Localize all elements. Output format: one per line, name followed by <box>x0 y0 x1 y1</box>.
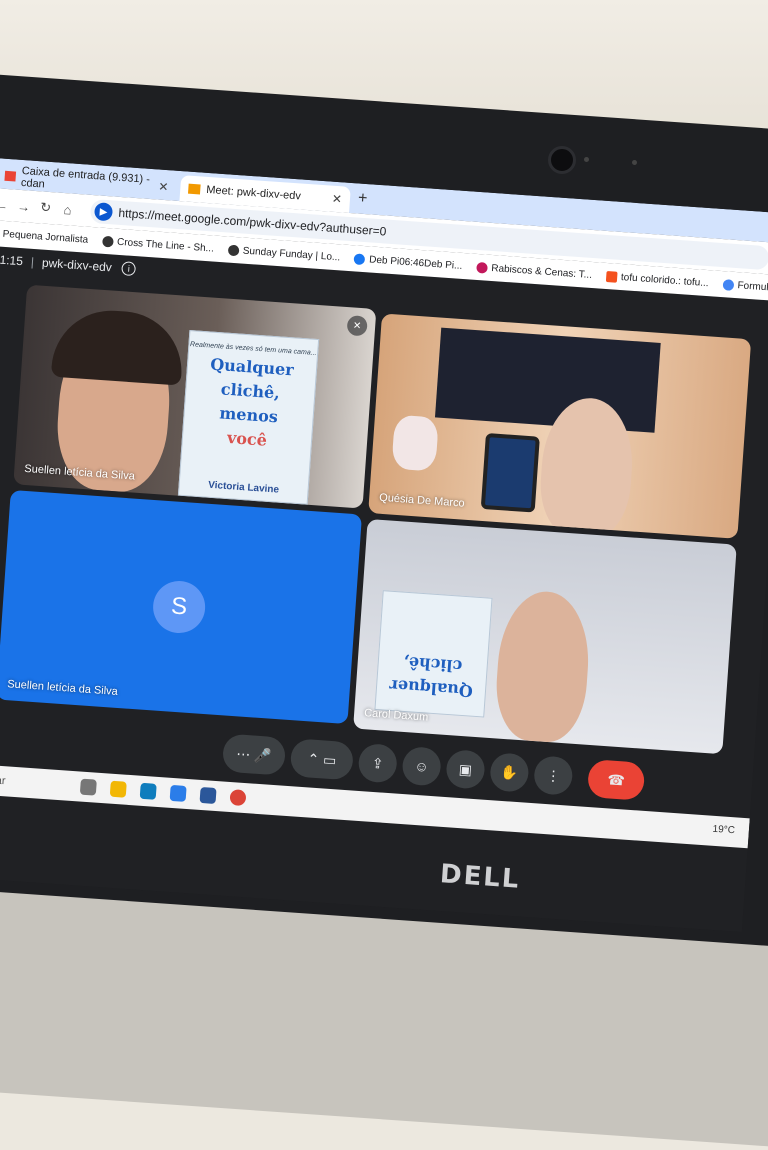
task-view-icon[interactable] <box>79 778 97 796</box>
webcam-light <box>584 157 589 162</box>
laptop-screen: Caixa de entrada (9.931) - cdan ✕ Meet: … <box>0 158 768 933</box>
globe-icon <box>101 235 114 247</box>
window-view <box>434 327 661 433</box>
more-options-button[interactable]: ⋮ <box>533 755 574 796</box>
meet-icon <box>187 183 201 195</box>
participant-tile[interactable]: Quésia De Marco <box>368 313 752 539</box>
bookmark-favicon-icon <box>475 261 488 274</box>
blogger-icon <box>605 270 618 283</box>
participant-video <box>492 588 593 745</box>
phone-prop <box>480 432 540 513</box>
weather-temp[interactable]: 19°C <box>712 824 735 837</box>
participant-tile[interactable]: Realmente às vezes só tem uma cama... Qu… <box>13 284 377 509</box>
close-icon[interactable]: ✕ <box>331 192 342 207</box>
gmail-icon <box>4 170 16 182</box>
close-icon[interactable]: ✕ <box>158 180 169 195</box>
participant-hair <box>50 306 186 386</box>
captions-icon: ▣ <box>458 760 473 778</box>
info-icon[interactable]: i <box>121 261 137 277</box>
more-vert-icon: ⋮ <box>545 766 561 784</box>
participant-name: Suellen letícia da Silva <box>6 678 119 698</box>
end-call-icon: ☎ <box>606 770 626 789</box>
taskbar-search[interactable]: Pesquisar <box>0 772 67 792</box>
mic-off-icon: ✕ <box>346 315 368 337</box>
google-icon <box>722 278 734 291</box>
raise-hand-button[interactable]: ✋ <box>489 752 530 793</box>
store-icon[interactable] <box>169 784 187 802</box>
camera-button[interactable]: ⌃ ▭ <box>289 738 355 781</box>
globe-icon <box>227 244 240 256</box>
meeting-code: pwk-dixv-edv <box>41 255 113 275</box>
camera-icon: ▭ <box>322 750 337 768</box>
book-cover: Qualquer clichê, <box>374 590 493 718</box>
new-tab-button[interactable]: + <box>357 190 369 209</box>
plush-toy <box>391 414 439 472</box>
more-options-icon: ⋯ <box>235 744 251 762</box>
webcam <box>548 146 576 174</box>
emoji-button[interactable]: ☺ <box>401 746 442 787</box>
participant-name: Quésia De Marco <box>378 491 466 510</box>
mic-icon: 🎤 <box>253 746 273 764</box>
bookmark-item[interactable]: Cross The Line - Sh... <box>101 235 214 254</box>
bookmark-item[interactable]: Formulários G <box>722 278 768 295</box>
forward-icon[interactable]: → <box>12 198 35 214</box>
site-info-icon[interactable]: ▶ <box>93 202 114 222</box>
bookmark-item[interactable]: Sunday Funday | Lo... <box>227 244 341 263</box>
participant-tile[interactable]: Qualquer clichê, Carol Daxum <box>353 518 737 755</box>
meeting-header: 21:15 | pwk-dixv-edv i <box>0 252 137 277</box>
raise-hand-icon: ✋ <box>500 763 519 781</box>
present-button[interactable]: ⇪ <box>357 742 398 784</box>
bookmark-item[interactable]: tofu colorido.: tofu... <box>605 270 709 289</box>
bookmark-item[interactable]: Deb Pi06:46Deb Pi... <box>353 252 463 271</box>
captions-button[interactable]: ▣ <box>445 749 486 790</box>
bookmark-item[interactable]: Pequena Jornalista <box>2 228 88 245</box>
edge-icon[interactable] <box>139 782 157 800</box>
emoji-icon: ☺ <box>413 757 430 775</box>
facebook-icon <box>353 252 366 265</box>
file-explorer-icon[interactable] <box>109 780 127 798</box>
home-icon[interactable]: ⌂ <box>56 201 79 218</box>
tab-label: Meet: pwk-dixv-edv <box>205 183 302 203</box>
chevron-up-icon: ⌃ <box>306 749 320 767</box>
divider: | <box>30 254 35 270</box>
mic-button[interactable]: ⋯ 🎤 <box>221 733 287 776</box>
meeting-time: 21:15 <box>0 252 24 269</box>
bookmark-item[interactable]: Rabiscos & Cenas: T... <box>475 261 592 280</box>
leave-call-button[interactable]: ☎ <box>586 759 646 801</box>
participant-tile[interactable]: S Suellen letícia da Silva <box>0 489 363 725</box>
present-icon: ⇪ <box>371 754 385 772</box>
book-cover: Realmente às vezes só tem uma cama... Qu… <box>177 330 320 505</box>
webcam-sensor <box>632 160 637 165</box>
outlook-icon[interactable] <box>199 786 217 805</box>
chrome-icon[interactable] <box>229 789 247 807</box>
reload-icon[interactable]: ↻ <box>34 199 57 216</box>
participant-avatar: S <box>151 579 207 635</box>
brand-logo: DELL <box>439 859 522 895</box>
back-icon[interactable]: ← <box>0 196 13 213</box>
